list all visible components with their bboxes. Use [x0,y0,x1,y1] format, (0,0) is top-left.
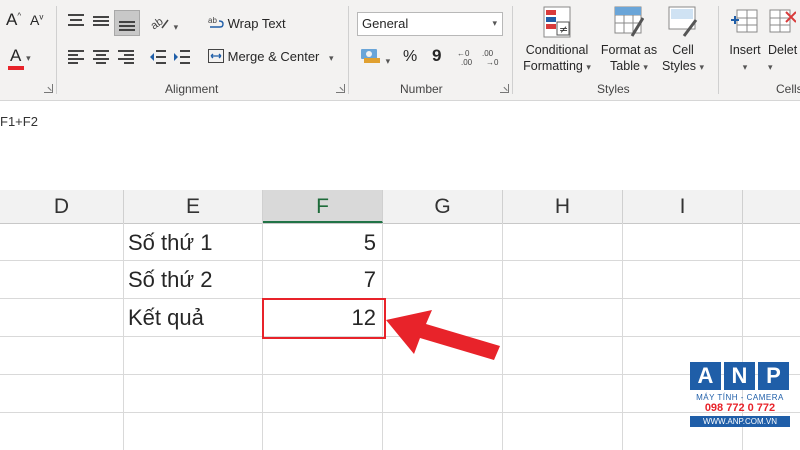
svg-text:ab: ab [208,16,217,25]
cell-e3[interactable]: Kết quả [128,298,204,337]
chevron-down-icon: ▾ [26,53,31,63]
divider [512,6,513,94]
delete-cells-icon [769,9,797,33]
row-gridline [0,298,800,299]
wrap-text-button[interactable]: ab Wrap Text [208,16,286,31]
row-gridline [0,412,800,413]
orientation-icon: ab [149,15,169,32]
number-group-label: Number [400,82,443,96]
align-left-icon[interactable] [68,50,84,64]
svg-text:.00: .00 [482,49,494,58]
align-right-icon[interactable] [118,50,134,64]
cells-group-label: Cells [776,82,800,96]
bottom-align-button[interactable] [114,10,140,36]
percent-style-button[interactable]: % [403,48,417,66]
decrease-indent-icon[interactable] [150,50,166,64]
chevron-down-icon: ▾ [742,62,748,72]
column-gridline [123,223,124,450]
font-color-icon: A [8,46,24,70]
chevron-down-icon: ▾ [329,53,334,63]
merge-center-icon [208,49,224,63]
increase-indent-icon[interactable] [174,50,190,64]
font-dialog-launcher[interactable] [44,84,53,93]
cell-e2[interactable]: Số thứ 2 [128,260,212,299]
anp-logo-phone: 098 772 0 772 [704,402,776,414]
accounting-icon [361,49,380,63]
divider [348,6,349,94]
divider [718,6,719,94]
number-dialog-launcher[interactable] [500,84,509,93]
decrease-font-size-icon: Av [30,12,44,28]
insert-cells-icon [731,9,758,33]
chevron-down-icon: ▾ [699,62,705,72]
cell-f1[interactable]: 5 [263,223,376,262]
alignment-group-label: Alignment [165,82,219,96]
selected-cell-highlight [262,298,386,339]
chevron-down-icon: ▾ [643,62,648,72]
formula-bar[interactable] [0,101,800,178]
font-color-button[interactable]: A ▾ [8,46,31,70]
format-as-table-icon [614,6,645,37]
delete-button[interactable]: Delet ▾ [768,6,800,75]
svg-text:←0: ←0 [457,49,470,58]
accounting-format-button[interactable]: ▾ [360,46,390,67]
column-gridline [622,223,623,450]
increase-font-size-button[interactable]: A^ [6,10,21,30]
divider [56,6,57,94]
chevron-down-icon: ▾ [768,62,773,72]
column-header-i[interactable]: I [623,190,743,223]
styles-group-label: Styles [597,82,630,96]
insert-button[interactable]: Insert ▾ [724,6,766,75]
formula-text[interactable]: F1+F2 [0,114,38,129]
merge-center-button[interactable]: Merge & Center ▾ [208,49,334,64]
cell-styles-button[interactable]: Cell Styles ▾ [660,6,706,75]
cell-e1[interactable]: Số thứ 1 [128,223,212,262]
anp-logo-url: WWW.ANP.COM.VN [690,416,790,427]
cell-f2[interactable]: 7 [263,260,376,299]
decrease-font-size-button[interactable]: Av [30,12,43,28]
column-header-d[interactable]: D [0,190,124,223]
bottom-align-icon [119,21,135,31]
anp-logo-letters: A N P [690,362,790,390]
orientation-button[interactable]: ab ▾ [149,14,179,33]
conditional-formatting-button[interactable]: ≠ Conditional Formatting ▾ [518,6,596,75]
anp-logo-tagline: MÁY TÍNH - CAMERA [696,393,784,402]
alignment-dialog-launcher[interactable] [336,84,345,93]
column-header-bar: D E F G H I [0,190,800,224]
format-as-table-button[interactable]: Format as Table ▾ [598,6,660,75]
row-gridline [0,374,800,375]
chevron-down-icon: ▾ [492,18,497,28]
increase-decimal-icon[interactable]: ←0.00 [457,48,477,66]
wrap-text-icon: ab [208,16,224,28]
conditional-formatting-icon: ≠ [543,6,571,38]
column-header-f[interactable]: F [263,190,383,223]
svg-text:ab: ab [150,15,165,30]
svg-text:.00: .00 [461,58,473,66]
svg-text:→0: →0 [486,58,499,66]
grid-gap [0,177,800,190]
middle-align-icon[interactable] [93,14,109,28]
number-format-select[interactable]: General ▾ [357,12,503,36]
increase-font-size-icon: A^ [6,10,22,29]
anp-logo: A N P MÁY TÍNH - CAMERA 098 772 0 772 WW… [690,362,790,440]
column-header-g[interactable]: G [383,190,503,223]
ribbon: A^ Av A ▾ ab ▾ ab Wrap Text Merge & Cent… [0,0,800,101]
chevron-down-icon: ▾ [385,56,391,66]
top-align-icon[interactable] [68,14,84,28]
column-header-h[interactable]: H [503,190,623,223]
align-center-icon[interactable] [93,50,109,64]
svg-text:≠: ≠ [559,23,568,36]
comma-style-button[interactable]: 9 [432,46,441,66]
column-header-e[interactable]: E [124,190,263,223]
decrease-decimal-icon[interactable]: .00→0 [482,48,502,66]
cell-styles-icon [668,6,698,37]
chevron-down-icon: ▾ [173,22,179,32]
row-gridline [0,260,800,261]
chevron-down-icon: ▾ [586,62,591,72]
red-arrow-icon [386,310,500,360]
